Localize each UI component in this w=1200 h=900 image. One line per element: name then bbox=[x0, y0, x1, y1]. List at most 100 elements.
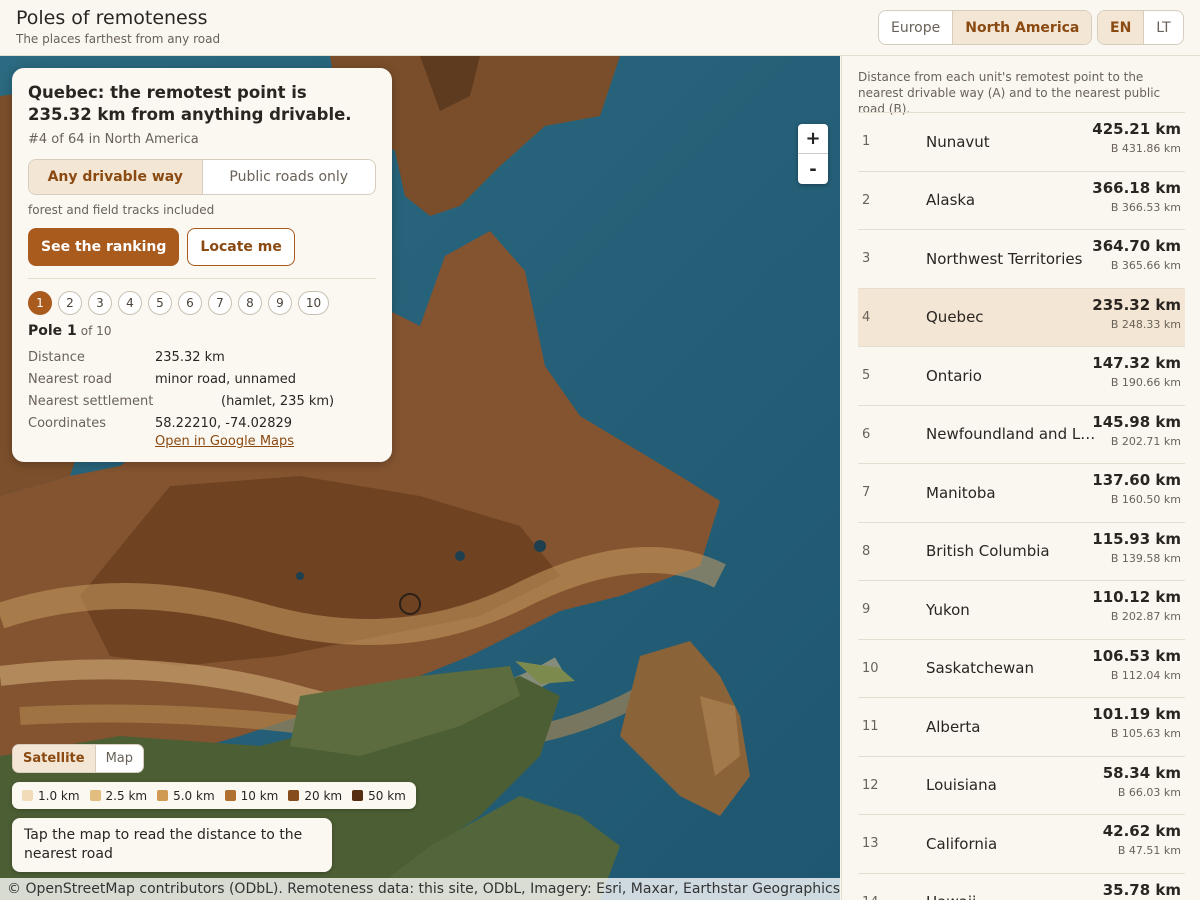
ranking-distance-a: 35.78 km bbox=[1102, 880, 1181, 899]
ranking-name: Northwest Territories bbox=[926, 249, 1083, 268]
coords-label: Coordinates bbox=[28, 415, 107, 431]
ranking-row[interactable]: 9 Yukon 110.12 km B 202.87 km bbox=[858, 580, 1185, 639]
legend-item: 1.0 km bbox=[22, 789, 80, 803]
pole-button[interactable]: 10 bbox=[298, 291, 329, 315]
ranking-row[interactable]: 7 Manitoba 137.60 km B 160.50 km bbox=[858, 463, 1185, 522]
pole-button[interactable]: 2 bbox=[58, 291, 82, 315]
ranking-distance-b: B 202.71 km bbox=[1110, 434, 1181, 448]
settlement-value: (hamlet, 235 km) bbox=[221, 393, 335, 409]
pole-heading: Pole 1 of 10 bbox=[28, 323, 376, 339]
distance-legend: 1.0 km 2.5 km 5.0 km 10 km 20 km 50 km bbox=[12, 782, 416, 809]
ranking-distance-a: 110.12 km bbox=[1092, 588, 1181, 606]
mode-note: forest and field tracks included bbox=[28, 203, 215, 217]
legend-swatch bbox=[89, 790, 101, 801]
ranking-distance-b: B 202.87 km bbox=[1110, 610, 1181, 623]
layer-satellite[interactable]: Satellite bbox=[13, 745, 96, 772]
card-divider bbox=[28, 278, 376, 279]
map-hint: Tap the map to read the distance to the … bbox=[12, 818, 332, 872]
ranking-row[interactable]: 14Hawaii 35.78 km bbox=[858, 872, 1185, 900]
ranking-rank: 10 bbox=[862, 660, 879, 676]
pole-button[interactable]: 5 bbox=[148, 291, 172, 315]
pole-button[interactable]: 4 bbox=[118, 291, 142, 315]
ranking-name: Nunavut bbox=[926, 132, 990, 151]
ranking-values: 58.34 km B 66.03 km bbox=[1103, 764, 1181, 799]
pole-button[interactable]: 1 bbox=[28, 291, 52, 315]
zoom-in-button[interactable]: + bbox=[798, 124, 828, 154]
ranking-row[interactable]: 2 Alaska 366.18 km B 366.53 km bbox=[858, 170, 1185, 230]
ranking-distance-a: 58.34 km bbox=[1102, 763, 1181, 782]
ranking-distance-b: B 160.50 km bbox=[1110, 493, 1181, 506]
lang-lt[interactable]: LT bbox=[1144, 11, 1182, 44]
ranking-values: 364.70 km B 365.66 km bbox=[1092, 237, 1181, 272]
ranking-name: Louisiana bbox=[926, 776, 997, 795]
mode-any-drivable[interactable]: Any drivable way bbox=[29, 160, 203, 194]
ranking-values: 147.32 km B 190.66 km bbox=[1092, 354, 1181, 389]
legend-item: 2.5 km bbox=[89, 789, 147, 803]
ranking-name: Saskatchewan bbox=[926, 659, 1034, 678]
ranking-description: Distance from each unit's remotest point… bbox=[858, 70, 1161, 116]
legend-swatch bbox=[352, 790, 364, 801]
ranking-row[interactable]: 11 Alberta 101.19 km B 105.63 km bbox=[858, 697, 1185, 756]
pole-button[interactable]: 7 bbox=[208, 291, 232, 315]
ranking-name: Quebec bbox=[926, 308, 984, 327]
ranking-row[interactable]: 1 Nunavut 425.21 km B 431.86 km bbox=[858, 112, 1185, 171]
legend-label: 50 km bbox=[368, 788, 406, 803]
ranking-row[interactable]: 5 Ontario 147.32 km B 190.66 km bbox=[858, 346, 1185, 405]
pole-button[interactable]: 3 bbox=[88, 291, 112, 315]
ranking-distance-a: 137.60 km bbox=[1092, 471, 1181, 489]
ranking-row[interactable]: 12 Louisiana 58.34 km B 66.03 km bbox=[858, 755, 1185, 815]
ranking-values: 101.19 km B 105.63 km bbox=[1092, 705, 1181, 740]
ranking-row[interactable]: 3 Northwest Territories 364.70 km B 365.66 … bbox=[858, 229, 1185, 288]
ranking-distance-b: B 365.66 km bbox=[1110, 259, 1181, 272]
distance-label: Distance bbox=[28, 349, 85, 365]
ranking-row[interactable]: 4 Quebec 235.32 km B 248.33 km bbox=[858, 287, 1185, 346]
ranking-rank: 3 bbox=[862, 251, 871, 267]
region-north-america[interactable]: North America bbox=[953, 11, 1092, 44]
coords-value: 58.22210, -74.02829 bbox=[155, 415, 293, 431]
pole-button[interactable]: 8 bbox=[238, 291, 262, 315]
layer-map[interactable]: Map bbox=[96, 745, 143, 772]
ranking-name: California bbox=[926, 834, 998, 853]
ranking-distance-a: 101.19 km bbox=[1092, 705, 1181, 723]
legend-swatch bbox=[22, 790, 33, 801]
road-label: Nearest road bbox=[28, 371, 112, 387]
ranking-distance-b: B 66.03 km bbox=[1117, 785, 1181, 799]
lang-en[interactable]: EN bbox=[1098, 11, 1145, 44]
pole-label: Pole 1 bbox=[28, 323, 77, 339]
locate-me-button[interactable]: Locate me bbox=[187, 228, 295, 266]
ranking-distance-a: 145.98 km bbox=[1092, 412, 1181, 431]
legend-label: 5.0 km bbox=[173, 788, 215, 803]
google-maps-link[interactable]: Open in Google Maps bbox=[155, 434, 376, 449]
ranking-values: 425.21 km B 431.86 km bbox=[1092, 120, 1181, 155]
language-switcher: EN LT bbox=[1097, 10, 1184, 45]
ranking-row[interactable]: 6 Newfoundland and La… 145.98 km B 202.71 k… bbox=[858, 404, 1185, 464]
ranking-distance-a: 235.32 km bbox=[1092, 295, 1181, 314]
zoom-out-button[interactable]: - bbox=[798, 154, 828, 184]
ranking-values: 106.53 km B 112.04 km bbox=[1092, 647, 1181, 682]
mode-public-roads[interactable]: Public roads only bbox=[203, 160, 376, 194]
see-ranking-button[interactable]: See the ranking bbox=[28, 228, 180, 266]
ranking-name: Yukon bbox=[926, 600, 970, 619]
ranking-rank: 12 bbox=[862, 777, 879, 793]
legend-label: 20 km bbox=[304, 788, 343, 803]
ranking-distance-b: B 431.86 km bbox=[1110, 142, 1181, 155]
legend-item: 20 km bbox=[288, 789, 342, 803]
map-attribution: © OpenStreetMap contributors (ODbL). Rem… bbox=[0, 878, 840, 900]
ranking-values: 115.93 km B 139.58 km bbox=[1092, 530, 1181, 565]
ranking-rank: 9 bbox=[862, 602, 871, 618]
ranking-rank: 1 bbox=[862, 134, 871, 150]
ranking-name: British Columbia bbox=[926, 542, 1050, 561]
pole-button[interactable]: 9 bbox=[268, 291, 292, 315]
ranking-values: 137.60 km B 160.50 km bbox=[1092, 471, 1181, 506]
ranking-row[interactable]: 8 British Columbia 115.93 km B 139.58 km bbox=[858, 521, 1185, 581]
ranking-row[interactable]: 13 California 42.62 km B 47.51 km bbox=[858, 814, 1185, 873]
ranking-name: Hawaii bbox=[926, 893, 1096, 900]
ranking-distance-a: 425.21 km bbox=[1092, 120, 1181, 138]
ranking-rank: 4 bbox=[862, 309, 871, 325]
region-europe[interactable]: Europe bbox=[879, 11, 954, 44]
ranking-values: 145.98 km B 202.71 km bbox=[1092, 413, 1181, 448]
distance-value: 235.32 km bbox=[155, 349, 225, 365]
ranking-distance-b: B 139.58 km bbox=[1110, 551, 1181, 565]
ranking-row[interactable]: 10 Saskatchewan 106.53 km B 112.04 km bbox=[858, 638, 1185, 698]
pole-button[interactable]: 6 bbox=[178, 291, 202, 315]
